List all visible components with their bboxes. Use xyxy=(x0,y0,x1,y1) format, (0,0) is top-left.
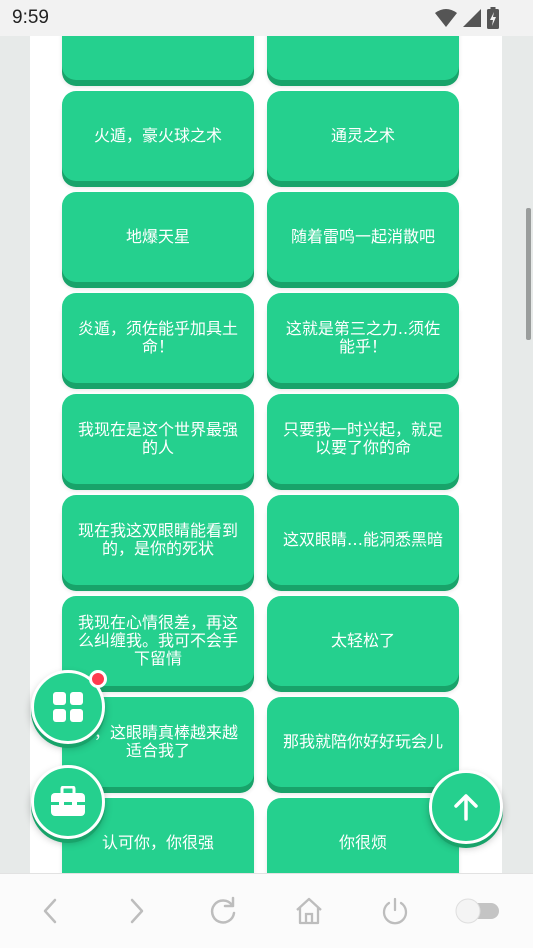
voice-card[interactable] xyxy=(62,36,254,80)
toggle-switch[interactable] xyxy=(452,894,502,928)
voice-card[interactable]: 这就是第三之力..须佐能乎！ xyxy=(267,293,459,383)
voice-card[interactable] xyxy=(267,36,459,80)
voice-card-label: 火遁，豪火球之术 xyxy=(93,126,222,145)
grid-icon xyxy=(53,692,83,722)
scroll-top-fab[interactable] xyxy=(429,770,503,844)
content-panel: 火遁，豪火球之术 通灵之术地爆天星 随着雷鸣一起消散吧炎遁，须佐能乎加具土命！ 这就是… xyxy=(30,36,502,873)
home-icon xyxy=(296,897,322,925)
voice-card-label: 通灵之术 xyxy=(330,126,395,145)
forward-button[interactable] xyxy=(119,894,153,928)
status-time: 9:59 xyxy=(12,7,49,28)
voice-card[interactable]: 太轻松了 xyxy=(267,596,459,686)
voice-card-label: 随着雷鸣一起消散吧 xyxy=(290,227,435,246)
voice-card-label: 认可你，你很强 xyxy=(101,833,214,852)
voice-card-label: 这双眼睛…能洞悉黑暗 xyxy=(282,530,443,549)
voice-card-label: 你很烦 xyxy=(338,833,387,852)
toolbox-fab[interactable] xyxy=(31,765,105,839)
voice-card[interactable]: 那我就陪你好好玩会儿 xyxy=(267,697,459,787)
voice-card[interactable]: 火遁，豪火球之术 xyxy=(62,91,254,181)
notification-badge xyxy=(89,670,107,688)
voice-card-label: 地爆天星 xyxy=(125,227,190,246)
power-icon xyxy=(382,897,408,925)
status-bar: 9:59 xyxy=(0,0,533,36)
voice-card-label: 现在我这双眼睛能看到的，是你的死状 xyxy=(77,521,238,558)
voice-card[interactable]: 地爆天星 xyxy=(62,192,254,282)
voice-card-label: 太轻松了 xyxy=(330,631,395,650)
back-button[interactable] xyxy=(34,894,68,928)
reload-button[interactable] xyxy=(206,894,240,928)
browser-nav-bar xyxy=(0,873,533,948)
battery-icon xyxy=(487,7,499,29)
power-button[interactable] xyxy=(378,894,412,928)
voice-card-label: 这就是第三之力..须佐能乎！ xyxy=(285,319,441,356)
voice-card-label: 我现在是这个世界最强的人 xyxy=(77,420,238,457)
voice-card-label: 那我就陪你好好玩会儿 xyxy=(282,732,443,751)
voice-card[interactable]: 现在我这双眼睛能看到的，是你的死状 xyxy=(62,495,254,585)
voice-card-label: 炎遁，须佐能乎加具土命！ xyxy=(77,319,238,356)
voice-card-label: 哥，这眼睛真棒越来越适合我了 xyxy=(77,723,238,760)
reload-icon xyxy=(210,896,236,924)
voice-card-label: 只要我一时兴起，就足以要了你的命 xyxy=(282,420,443,457)
voice-card-label: 我现在心情很差，再这么纠缠我。我可不会手下留情 xyxy=(77,613,238,668)
signal-icon xyxy=(463,9,481,27)
home-button[interactable] xyxy=(292,894,326,928)
voice-card[interactable]: 炎遁，须佐能乎加具土命！ xyxy=(62,293,254,383)
chevron-left-icon xyxy=(43,898,57,924)
toggle-icon xyxy=(455,898,499,924)
chevron-right-icon xyxy=(130,898,144,924)
voice-card[interactable]: 随着雷鸣一起消散吧 xyxy=(267,192,459,282)
status-icons xyxy=(435,7,499,29)
voice-card[interactable]: 只要我一时兴起，就足以要了你的命 xyxy=(267,394,459,484)
arrow-up-icon xyxy=(454,794,478,821)
scrollbar-thumb[interactable] xyxy=(526,208,531,340)
voice-card[interactable]: 这双眼睛…能洞悉黑暗 xyxy=(267,495,459,585)
voice-card[interactable]: 通灵之术 xyxy=(267,91,459,181)
voice-card[interactable]: 我现在是这个世界最强的人 xyxy=(62,394,254,484)
toolbox-icon xyxy=(51,786,85,816)
wifi-icon xyxy=(435,9,457,27)
